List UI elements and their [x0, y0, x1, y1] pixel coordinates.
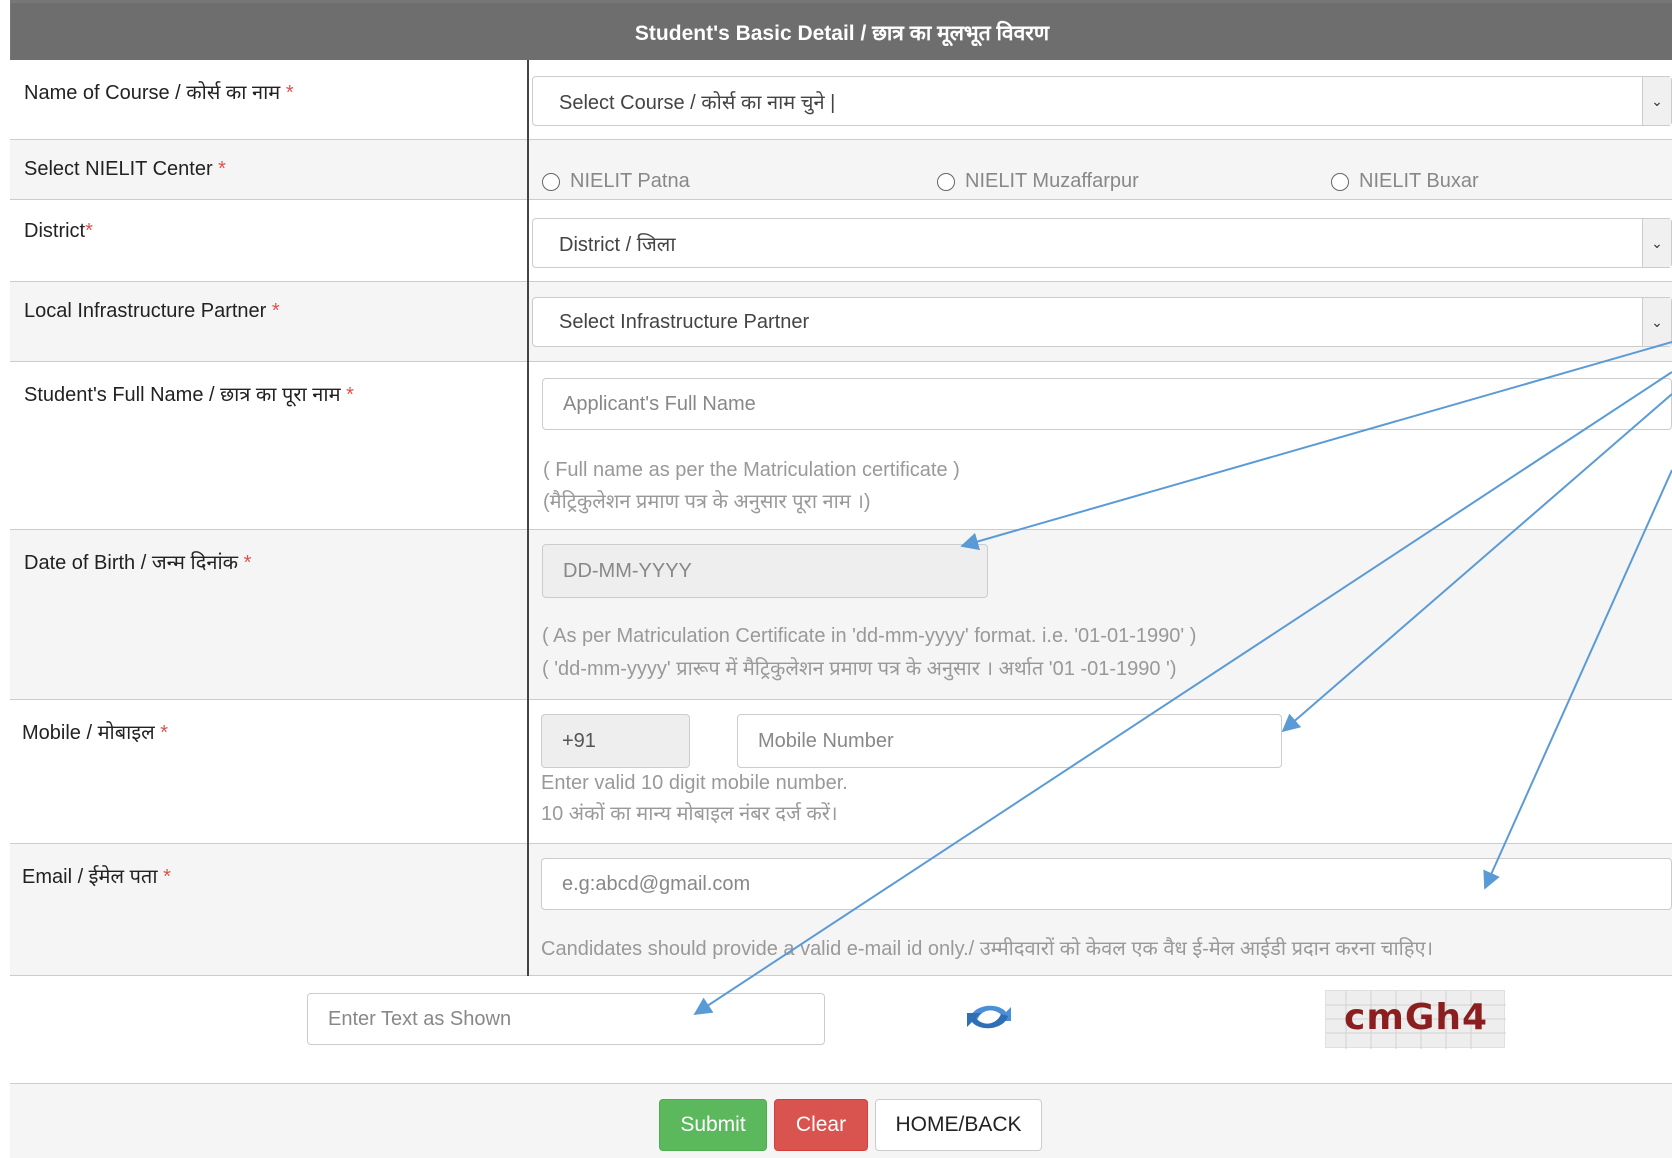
dob-label: Date of Birth / जन्म दिनांक *: [24, 552, 252, 574]
chevron-down-icon: ⌄: [1642, 77, 1671, 125]
full-name-label: Student's Full Name / छात्र का पूरा नाम …: [24, 384, 354, 406]
partner-select[interactable]: Select Infrastructure Partner ⌄: [532, 297, 1672, 347]
mobile-help-en: Enter valid 10 digit mobile number.: [541, 772, 848, 794]
submit-button[interactable]: Submit: [659, 1099, 767, 1151]
chevron-down-icon: ⌄: [1642, 298, 1671, 346]
chevron-down-icon: ⌄: [1642, 219, 1671, 267]
radio-nielit-muzaffarpur[interactable]: NIELIT Muzaffarpur: [937, 170, 1139, 193]
center-label: Select NIELIT Center *: [24, 158, 226, 180]
course-select-value: Select Course / कोर्स का नाम चुने |: [559, 91, 836, 114]
mobile-help-hi: 10 अंकों का मान्य मोबाइल नंबर दर्ज करें।: [541, 803, 838, 825]
dob-help-hi: ( 'dd-mm-yyyy' प्रारूप में मैट्रिकुलेशन …: [542, 658, 1177, 680]
captcha-input[interactable]: Enter Text as Shown: [307, 993, 825, 1045]
district-select-value: District / जिला: [559, 233, 676, 256]
mobile-input[interactable]: Mobile Number: [737, 714, 1282, 768]
column-divider: [527, 60, 529, 976]
radio-circle-icon: [542, 172, 560, 191]
course-label: Name of Course / कोर्स का नाम *: [24, 82, 294, 104]
mobile-prefix: +91: [541, 714, 690, 768]
full-name-help-en: ( Full name as per the Matriculation cer…: [543, 459, 960, 481]
full-name-input[interactable]: Applicant's Full Name: [542, 378, 1672, 430]
form-title: Student's Basic Detail / छात्र का मूलभूत…: [634, 22, 1050, 45]
radio-nielit-patna[interactable]: NIELIT Patna: [542, 170, 690, 193]
captcha-code: cmGh4: [1344, 997, 1489, 1038]
full-name-help-hi: (मैट्रिकुलेशन प्रमाण पत्र के अनुसार पूरा…: [543, 491, 871, 513]
email-help: Candidates should provide a valid e-mail…: [541, 938, 1434, 960]
captcha-image: cmGh4: [1325, 990, 1506, 1049]
email-label: Email / ईमेल पता *: [22, 866, 171, 888]
email-input[interactable]: e.g:abcd@gmail.com: [541, 858, 1672, 910]
partner-label: Local Infrastructure Partner *: [24, 300, 280, 322]
district-select[interactable]: District / जिला ⌄: [532, 218, 1672, 268]
refresh-icon[interactable]: [962, 998, 1016, 1036]
mobile-label: Mobile / मोबाइल *: [22, 722, 169, 744]
course-select[interactable]: Select Course / कोर्स का नाम चुने | ⌄: [532, 76, 1672, 126]
dob-help-en: ( As per Matriculation Certificate in 'd…: [542, 625, 1197, 647]
partner-select-value: Select Infrastructure Partner: [559, 310, 810, 333]
dob-input[interactable]: DD-MM-YYYY: [542, 544, 988, 598]
form-header: Student's Basic Detail / छात्र का मूलभूत…: [11, 3, 1672, 63]
radio-circle-icon: [1331, 172, 1349, 191]
radio-nielit-buxar[interactable]: NIELIT Buxar: [1331, 170, 1479, 193]
home-back-button[interactable]: HOME/BACK: [875, 1099, 1042, 1151]
district-label: District*: [24, 220, 93, 242]
radio-circle-icon: [937, 172, 955, 191]
clear-button[interactable]: Clear: [774, 1099, 868, 1151]
